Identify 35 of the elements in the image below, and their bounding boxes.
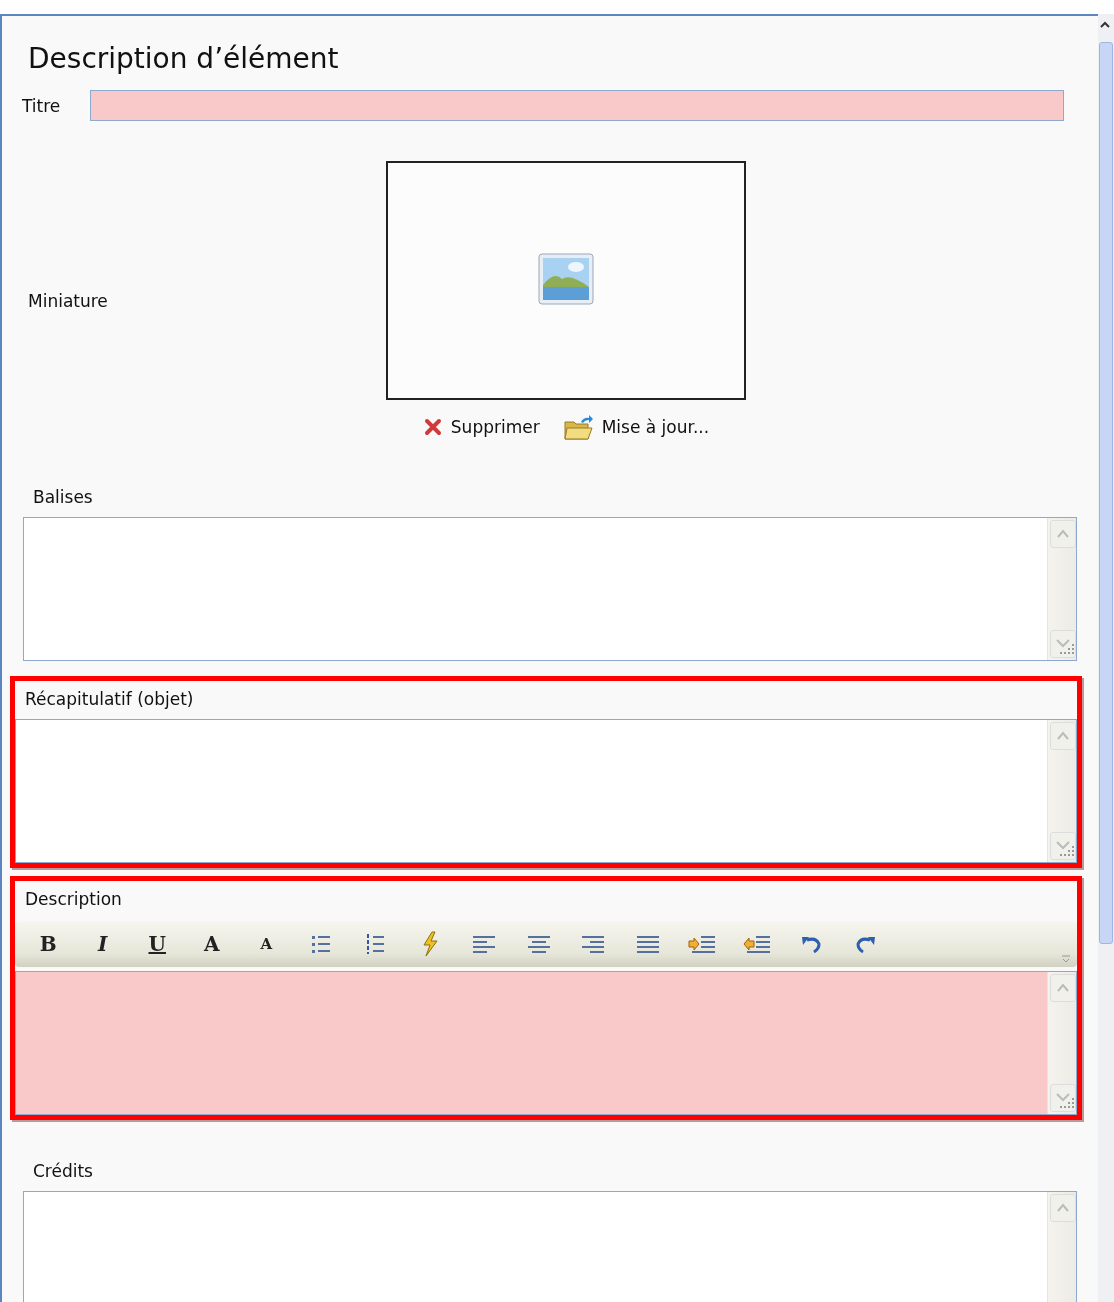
resize-grip-icon[interactable] (1050, 1084, 1076, 1112)
outdent-icon (742, 934, 771, 954)
toolbar-options-icon[interactable] (1061, 953, 1071, 963)
update-button[interactable]: Mise à jour... (563, 414, 710, 440)
resize-grip-icon[interactable] (1050, 832, 1076, 860)
shrink-font-button[interactable]: A (239, 924, 294, 964)
field-label: Balises (33, 487, 93, 507)
title-field[interactable] (90, 90, 1064, 121)
align-right-icon (581, 935, 606, 953)
delete-button[interactable]: Supprimer (422, 414, 540, 440)
align-center-icon (526, 935, 551, 953)
indent-icon (688, 934, 717, 954)
bullet-list-icon (310, 934, 331, 954)
field-label: Description (25, 889, 122, 909)
folder-icon (563, 414, 594, 440)
redo-icon (854, 934, 877, 954)
justify-icon (635, 935, 660, 953)
field-label: Titre (22, 95, 61, 116)
delete-icon (422, 417, 443, 437)
field-label: Miniature (28, 290, 109, 311)
italic-button[interactable]: I (75, 924, 130, 964)
field-label: Crédits (33, 1161, 93, 1181)
underline-button[interactable]: U (130, 924, 185, 964)
align-left-icon (472, 935, 497, 953)
bold-button[interactable]: B (21, 924, 76, 964)
field-label: Récapitulatif (objet) (25, 689, 194, 709)
page-title: Description d’élément (28, 42, 339, 77)
image-placeholder-icon (538, 252, 594, 305)
resize-grip-icon[interactable] (1050, 630, 1076, 658)
thumbnail-frame[interactable] (386, 161, 746, 400)
numbered-list-icon (365, 933, 386, 955)
undo-icon (800, 934, 823, 954)
description-editor[interactable] (15, 971, 1077, 1115)
scrollbar[interactable] (1098, 14, 1114, 1302)
grow-font-button[interactable]: A (184, 924, 239, 964)
